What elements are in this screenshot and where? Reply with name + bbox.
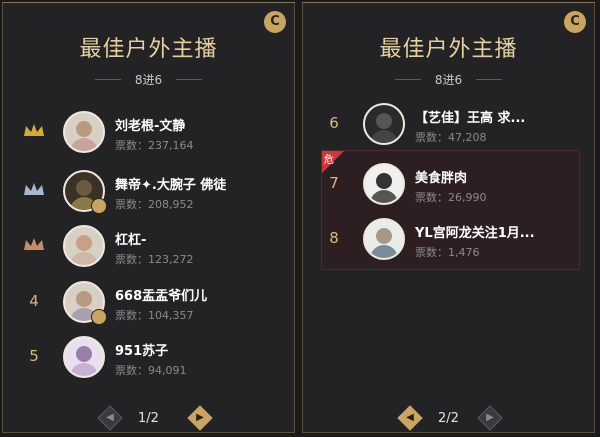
list-item[interactable]: 4 668盂盂爷们儿 票数：104,357 bbox=[3, 271, 294, 331]
vote-count: 票数：123,272 bbox=[115, 253, 194, 266]
page-indicator: 2/2 bbox=[438, 411, 459, 426]
rank-number: 6 bbox=[329, 114, 339, 132]
rank-cell bbox=[17, 117, 51, 145]
avatar[interactable] bbox=[363, 163, 405, 205]
vote-count: 票数：104,357 bbox=[115, 309, 194, 322]
vote-count: 票数：237,164 bbox=[115, 139, 194, 152]
silver-crown-icon bbox=[24, 183, 44, 195]
streamer-name[interactable]: 668盂盂爷们儿 bbox=[115, 285, 207, 304]
vote-count: 票数：26,990 bbox=[415, 191, 487, 204]
rank-number: 5 bbox=[29, 347, 39, 365]
avatar[interactable] bbox=[363, 218, 405, 260]
rank-number: 8 bbox=[329, 229, 339, 247]
rank-number: 4 bbox=[29, 292, 39, 310]
avatar[interactable] bbox=[63, 225, 105, 267]
streamer-name[interactable]: 美食胖肉 bbox=[415, 167, 467, 186]
list-item[interactable]: 7 美食胖肉 票数：26,990 bbox=[303, 153, 594, 213]
gold-crown-icon bbox=[24, 124, 44, 136]
panel-subtitle: 8进6 bbox=[394, 71, 503, 88]
c-badge-icon[interactable]: C bbox=[564, 11, 586, 33]
streamer-name[interactable]: 舞帝✦.大腕子 佛徒 bbox=[115, 174, 226, 193]
page-indicator: 1/2 bbox=[138, 411, 159, 426]
bronze-crown-icon bbox=[24, 238, 44, 250]
vote-count: 票数：47,208 bbox=[415, 131, 487, 144]
list-item[interactable]: 8 YL宫阿龙关注1月... 票数：1,476 bbox=[303, 208, 594, 268]
c-badge-icon[interactable]: C bbox=[264, 11, 286, 33]
rank-cell bbox=[17, 176, 51, 204]
streamer-name[interactable]: 刘老根-文静 bbox=[115, 115, 185, 134]
panel-title: 最佳户外主播 bbox=[79, 37, 218, 62]
rank-cell bbox=[17, 231, 51, 259]
vote-count: 票数：1,476 bbox=[415, 246, 480, 259]
pagination: ◀ 2/2 ▶ bbox=[303, 404, 594, 432]
streamer-name[interactable]: 杠杠- bbox=[115, 229, 146, 248]
panel-subtitle: 8进6 bbox=[94, 71, 203, 88]
list-item[interactable]: 舞帝✦.大腕子 佛徒 票数：208,952 bbox=[3, 160, 294, 220]
chevron-right-icon: ▶ bbox=[486, 412, 494, 423]
chevron-right-icon: ▶ bbox=[196, 412, 204, 423]
streamer-name[interactable]: 951苏子 bbox=[115, 340, 168, 359]
list-item[interactable]: 刘老根-文静 票数：237,164 bbox=[3, 101, 294, 161]
list-item[interactable]: 5 951苏子 票数：94,091 bbox=[3, 326, 294, 386]
vote-count: 票数：94,091 bbox=[115, 364, 187, 377]
list-item[interactable]: 杠杠- 票数：123,272 bbox=[3, 215, 294, 275]
streamer-name[interactable]: YL宫阿龙关注1月... bbox=[415, 222, 535, 241]
panel-title: 最佳户外主播 bbox=[379, 37, 518, 62]
live-badge-icon bbox=[91, 198, 107, 214]
live-badge-icon bbox=[91, 309, 107, 325]
ranking-panel-page-2: 最佳户外主播 C 8进6 6 【艺佳】王高 求... 票数：47,208 危 7… bbox=[302, 2, 595, 433]
avatar[interactable] bbox=[363, 103, 405, 145]
avatar[interactable] bbox=[63, 111, 105, 153]
list-item[interactable]: 6 【艺佳】王高 求... 票数：47,208 bbox=[303, 93, 594, 153]
avatar[interactable] bbox=[63, 336, 105, 378]
rank-number: 7 bbox=[329, 174, 339, 192]
pagination: ◀ 1/2 ▶ bbox=[3, 404, 294, 432]
ranking-panel-page-1: 最佳户外主播 C 8进6 刘老根-文静 票数：237,164 舞帝✦.大腕子 佛… bbox=[2, 2, 295, 433]
streamer-name[interactable]: 【艺佳】王高 求... bbox=[415, 107, 525, 126]
vote-count: 票数：208,952 bbox=[115, 198, 194, 211]
